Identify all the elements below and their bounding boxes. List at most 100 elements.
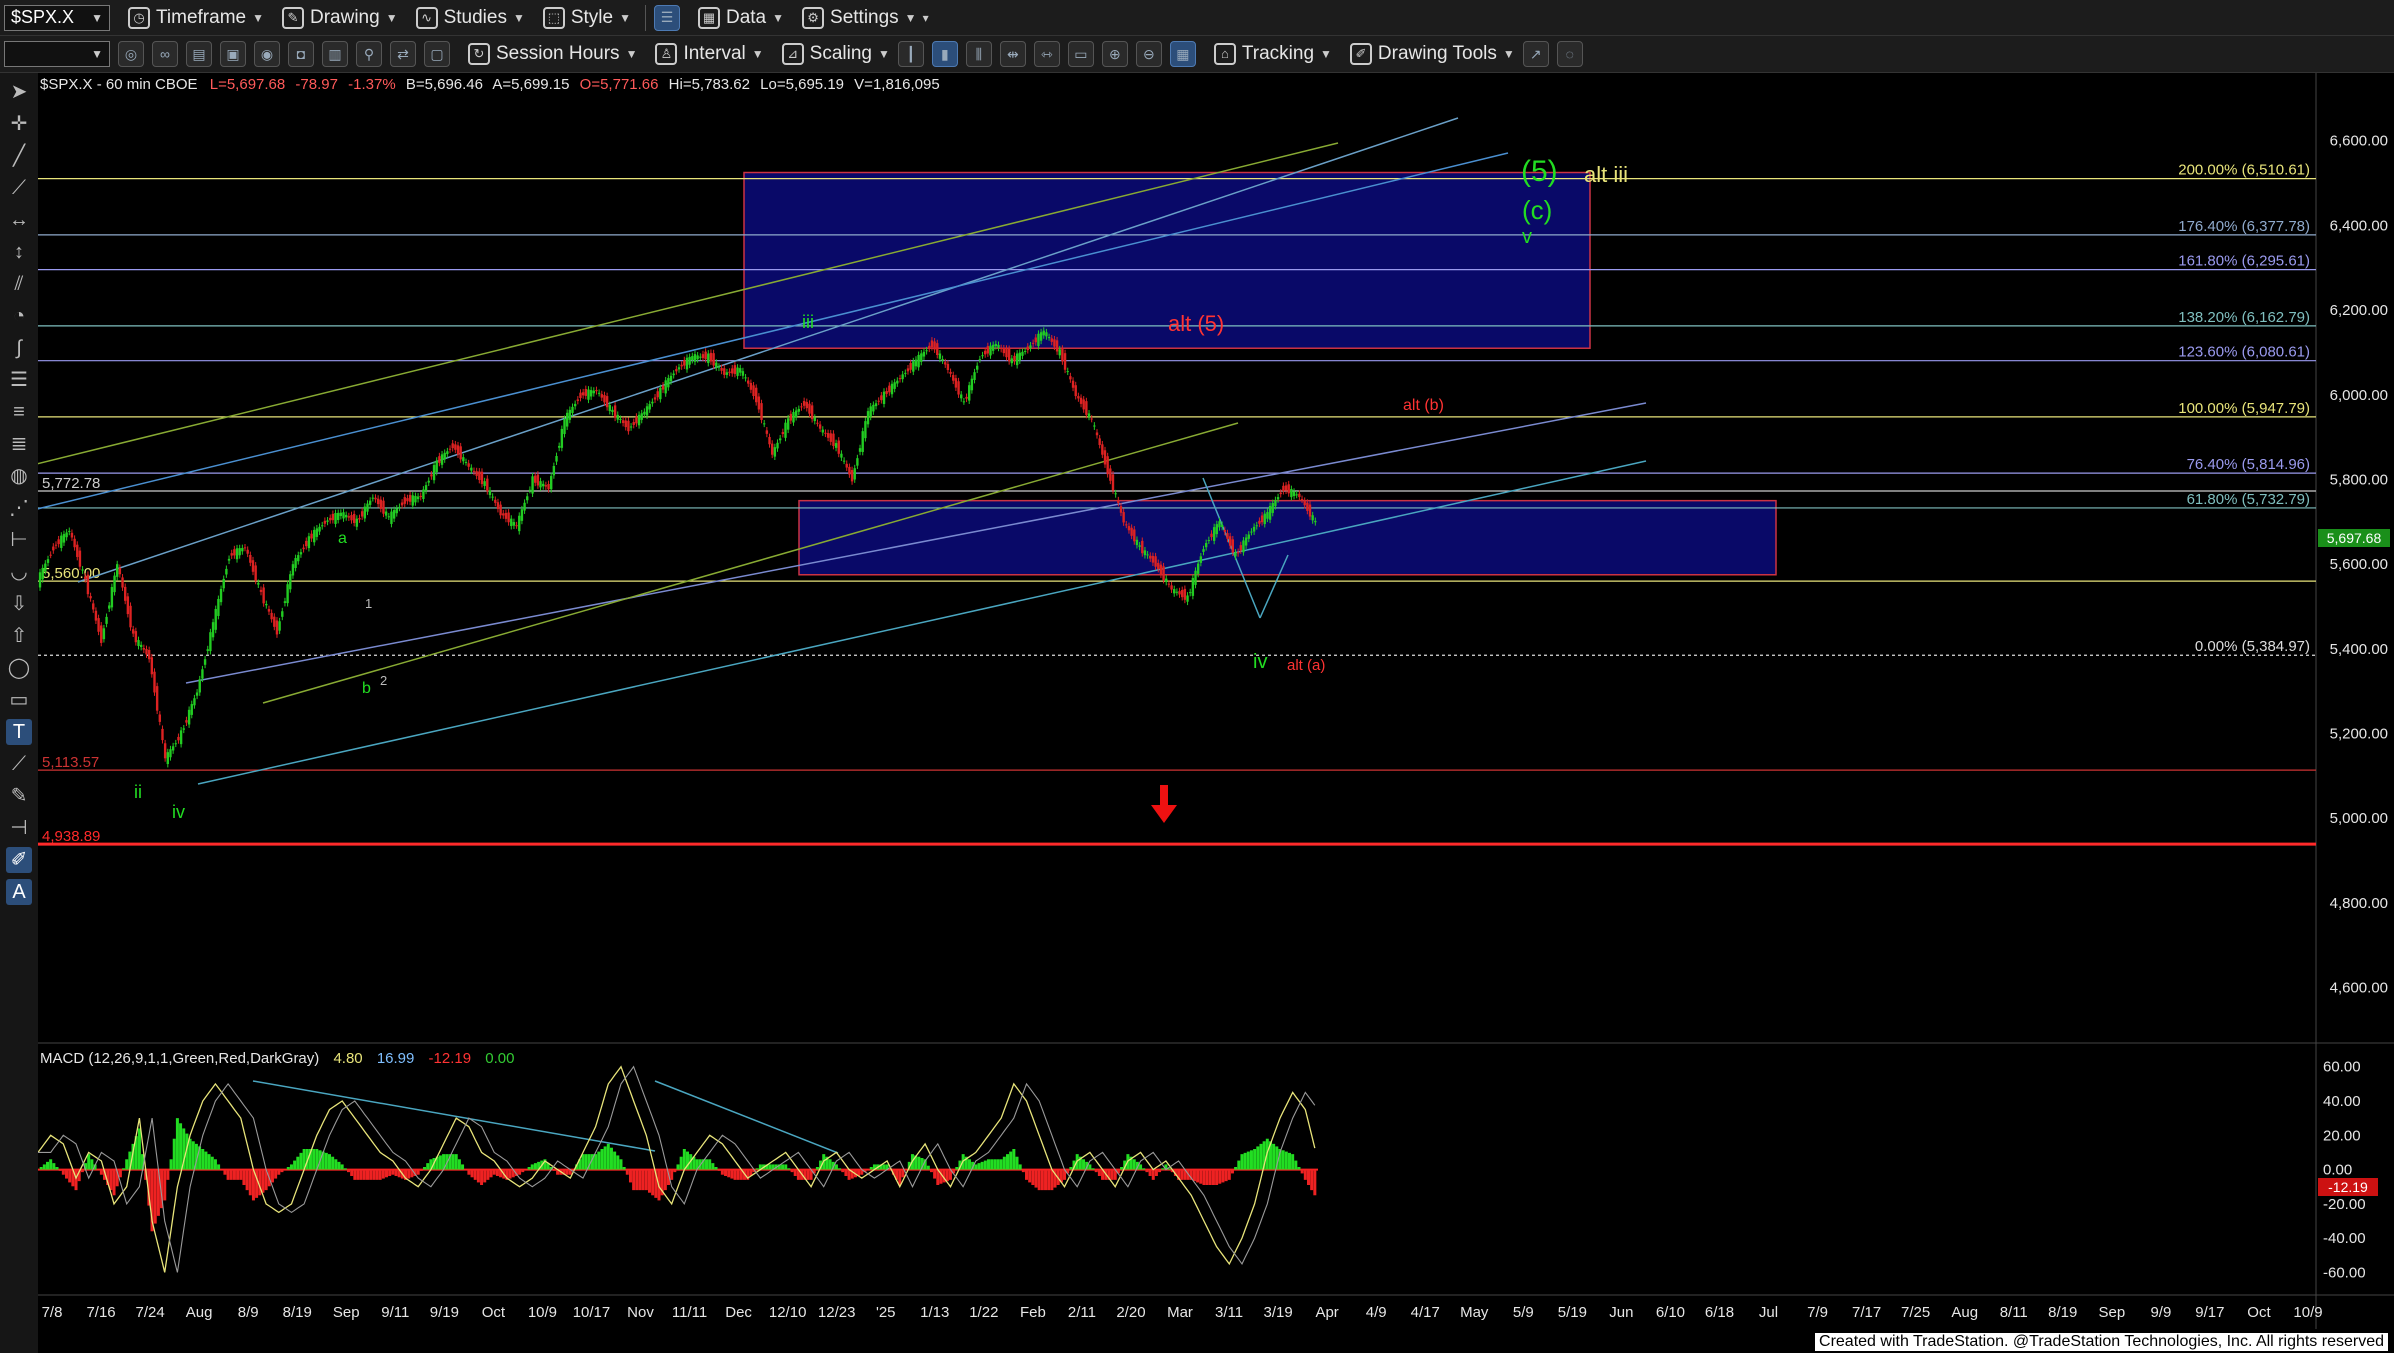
candle-body — [571, 406, 574, 414]
ruler-icon[interactable]: ⟋ — [6, 751, 32, 777]
tracking-menu[interactable]: ⌂ Tracking ▼ — [1213, 43, 1332, 65]
camera-icon[interactable]: ◘ — [288, 41, 314, 67]
macd-histogram-bar — [768, 1164, 772, 1170]
text-icon[interactable]: T — [6, 719, 32, 745]
interval-label: Interval — [683, 43, 746, 64]
candle-body — [54, 544, 58, 546]
candle-body — [667, 378, 670, 388]
interval-menu[interactable]: ♙ Interval ▼ — [655, 43, 764, 65]
macd-histogram-bar — [581, 1154, 585, 1170]
time-axis-tick-label: 8/19 — [283, 1304, 312, 1321]
timeframe-menu[interactable]: ◷ Timeframe ▼ — [128, 6, 264, 29]
rectangle-icon[interactable]: ▭ — [6, 687, 32, 713]
candle-body — [1242, 540, 1245, 553]
curve-icon[interactable]: ∫ — [6, 335, 32, 361]
macd-hist-value: -12.19 — [429, 1050, 472, 1067]
wave-label: ii — [134, 782, 142, 802]
andrews-icon[interactable]: ⊢ — [6, 527, 32, 553]
chat-icon[interactable]: ◌ — [1556, 41, 1583, 67]
trendline-icon[interactable]: ╱ — [6, 143, 32, 169]
grid-icon[interactable]: ▦ — [1169, 41, 1196, 67]
ohlc-icon[interactable]: ⫼ — [965, 41, 992, 67]
candle-body — [472, 470, 476, 472]
candle-body — [326, 520, 329, 522]
chevron-down-icon[interactable]: ▼ — [91, 11, 103, 25]
vertical-line-icon[interactable]: ↕ — [6, 239, 32, 265]
macd-histogram-bar — [945, 1169, 949, 1182]
candle-body — [848, 466, 851, 475]
chevron-down-icon[interactable]: ▼ — [91, 47, 103, 61]
pencil-icon: ✎ — [281, 6, 304, 29]
layout-icon[interactable]: ▭ — [1067, 41, 1094, 67]
candle-body — [555, 455, 558, 462]
symbol-input[interactable]: $SPX.X ▼ — [4, 4, 110, 31]
highlighter-icon[interactable]: ✐ — [6, 847, 32, 873]
macd-histogram-bar — [1256, 1146, 1260, 1170]
drawing-menu[interactable]: ✎ Drawing ▼ — [281, 6, 398, 29]
arrows-icon[interactable]: ⇄ — [390, 41, 416, 67]
chevron-down-icon: ▼ — [772, 10, 785, 25]
ellipse-icon[interactable]: ◯ — [6, 655, 32, 681]
gann-icon[interactable]: ◍ — [6, 463, 32, 489]
studies-menu[interactable]: ∿ Studies ▼ — [415, 6, 525, 29]
style-menu[interactable]: ⬚ Style ▼ — [542, 6, 631, 29]
zoom-in-icon[interactable]: ⊕ — [1101, 41, 1128, 67]
fib-icon[interactable]: ☰ — [6, 367, 32, 393]
macd-histogram-bar — [609, 1147, 613, 1170]
link-icon[interactable]: ∞ — [152, 41, 178, 67]
macd-histogram-bar — [353, 1169, 357, 1180]
candle-body — [1002, 348, 1006, 354]
fib-ext-icon[interactable]: ≡ — [6, 399, 32, 425]
interval-input[interactable]: ▼ — [4, 41, 110, 67]
pitchfork-icon[interactable]: ⋰ — [6, 495, 32, 521]
calendar-icon[interactable]: ▤ — [186, 41, 212, 67]
arrow-down-icon[interactable]: ⇩ — [6, 591, 32, 617]
candle-body — [1234, 552, 1237, 557]
arc-icon[interactable]: ◡ — [6, 559, 32, 585]
candle-icon[interactable]: ▮ — [931, 41, 958, 67]
window-icon[interactable]: ▣ — [220, 41, 246, 67]
target-icon[interactable]: ◉ — [254, 41, 280, 67]
time-axis-tick-label: 3/19 — [1263, 1304, 1292, 1321]
channel-icon[interactable]: ⫽ — [6, 271, 32, 297]
pointer-icon[interactable]: ➤ — [6, 79, 32, 105]
refresh-icon[interactable]: ◎ — [118, 41, 144, 67]
expand-icon[interactable]: ⇹ — [999, 41, 1026, 67]
compress-icon[interactable]: ⇿ — [1033, 41, 1060, 67]
candle-body — [1276, 497, 1280, 500]
macd-zero-value: 0.00 — [485, 1050, 514, 1067]
price-axis-tick-label: 5,200.00 — [2330, 726, 2388, 743]
ray-icon[interactable]: ⟋ — [6, 175, 32, 201]
scaling-menu[interactable]: ⊿ Scaling ▼ — [781, 43, 890, 65]
zoom-out-icon[interactable]: ⊖ — [1135, 41, 1162, 67]
settings-menu[interactable]: ⚙ Settings ▼ ▾ — [802, 6, 929, 29]
session-hours-menu[interactable]: ↻ Session Hours ▼ — [468, 43, 637, 65]
bar-style-icon[interactable]: ☰ — [653, 4, 680, 31]
search-zoom-icon[interactable]: ⚲ — [356, 41, 382, 67]
candle-body — [238, 548, 241, 556]
timeline-icon[interactable]: ⊣ — [6, 815, 32, 841]
arrow-up-icon[interactable]: ⇧ — [6, 623, 32, 649]
candle-body — [1047, 337, 1051, 339]
crosshair-icon[interactable]: ✛ — [6, 111, 32, 137]
save-icon[interactable]: ▥ — [322, 41, 348, 67]
document-icon[interactable]: ▢ — [424, 41, 450, 67]
candle-body — [874, 403, 878, 407]
drawing-tools-menu[interactable]: ✐ Drawing Tools ▼ — [1349, 43, 1515, 65]
price-chart[interactable]: 200.00% (6,510.61)176.40% (6,377.78)161.… — [38, 73, 2394, 1353]
macd-histogram-bar — [366, 1169, 370, 1180]
macd-histogram-bar — [993, 1159, 997, 1170]
export-icon[interactable]: ↗ — [1522, 41, 1549, 67]
chevron-down-icon[interactable]: ▾ — [923, 11, 929, 25]
fib-time-icon[interactable]: ≣ — [6, 431, 32, 457]
data-menu[interactable]: ▦ Data ▼ — [697, 6, 785, 29]
macd-histogram-bar — [80, 1169, 84, 1173]
person-icon: ♙ — [655, 43, 678, 65]
label-icon[interactable]: A — [6, 879, 32, 905]
speed-line-icon[interactable]: ◔ — [6, 303, 32, 329]
candle-body — [954, 378, 958, 388]
horizontal-line-icon[interactable]: ↔ — [6, 207, 32, 233]
candle-body — [339, 512, 343, 517]
bar-chart-icon[interactable]: ┃ — [897, 41, 924, 67]
brush-icon[interactable]: ✎ — [6, 783, 32, 809]
